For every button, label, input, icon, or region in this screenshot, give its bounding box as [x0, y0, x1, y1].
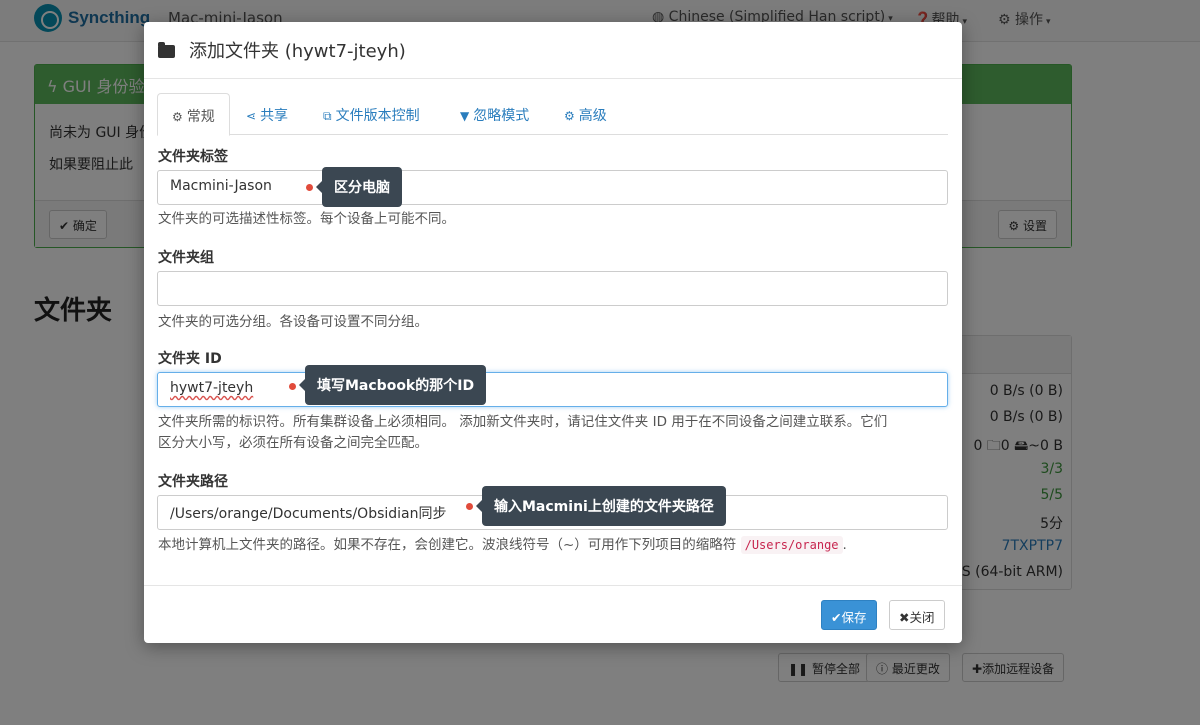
annotation-tooltip-label: 区分电脑 — [316, 167, 402, 207]
share-icon: ⋖ — [246, 109, 257, 123]
folder-group-help: 文件夹的可选分组。各设备可设置不同分组。 — [158, 314, 428, 330]
folder-label-help: 文件夹的可选描述性标签。每个设备上可能不同。 — [158, 211, 455, 227]
folder-label-input[interactable]: Macmini-Jason — [157, 170, 948, 205]
copy-icon: ⧉ — [323, 109, 332, 123]
folder-id-help-line-2: 区分大小写，必须在所有设备之间完全匹配。 — [158, 435, 428, 451]
folder-path-help: 本地计算机上文件夹的路径。如果不存在，会创建它。波浪线符号（~）可用作下列项目的… — [158, 536, 847, 554]
annotation-tooltip-id: 填写Macbook的那个ID — [298, 365, 487, 405]
folder-id-value: hywt7-jteyh — [170, 380, 254, 396]
folder-path-value: /Users/orange/Documents/Obsidian同步 — [170, 506, 447, 522]
save-button[interactable]: ✔保存 — [821, 600, 877, 630]
folder-label-label: 文件夹标签 — [158, 149, 228, 165]
dialog-tabs: ⚙ 常规 ⋖ 共享 ⧉ 文件版本控制 ▼ 忽略模式 ⚙ 高级 — [157, 93, 948, 136]
modal-title: 添加文件夹 (hywt7-jteyh) — [189, 41, 406, 62]
close-icon: ✖ — [899, 610, 910, 625]
folder-icon — [158, 41, 175, 58]
add-folder-dialog: 添加文件夹 (hywt7-jteyh) ⚙ 常规 ⋖ 共享 ⧉ 文件版本控制 ▼ 忽略模… — [144, 22, 962, 643]
annotation-marker — [306, 184, 313, 191]
folder-id-label: 文件夹 ID — [158, 351, 222, 367]
folder-group-label: 文件夹组 — [158, 250, 214, 266]
modal-footer: ✔保存 ✖关闭 — [144, 585, 962, 643]
tab-ignore-patterns[interactable]: ▼ 忽略模式 — [446, 93, 543, 135]
tab-file-versioning[interactable]: ⧉ 文件版本控制 — [309, 93, 434, 135]
tab-general[interactable]: ⚙ 常规 — [157, 93, 230, 136]
cogs-icon: ⚙ — [564, 109, 575, 123]
folder-id-help: 文件夹所需的标识符。所有集群设备上必须相同。 添加新文件夹时，请记住文件夹 ID… — [158, 412, 948, 454]
home-path-code: /Users/orange — [740, 536, 843, 554]
filter-icon: ▼ — [460, 109, 470, 123]
folder-label-value: Macmini-Jason — [170, 178, 272, 194]
folder-id-help-line-1: 文件夹所需的标识符。所有集群设备上必须相同。 添加新文件夹时，请记住文件夹 ID… — [158, 414, 888, 430]
annotation-marker — [466, 503, 473, 510]
annotation-tooltip-path: 输入Macmini上创建的文件夹路径 — [476, 486, 726, 526]
modal-header: 添加文件夹 (hywt7-jteyh) — [144, 22, 962, 79]
folder-path-label: 文件夹路径 — [158, 474, 228, 490]
check-icon: ✔ — [831, 610, 842, 625]
tab-sharing[interactable]: ⋖ 共享 — [232, 93, 302, 135]
annotation-marker — [289, 383, 296, 390]
folder-id-input[interactable]: hywt7-jteyh — [157, 372, 948, 407]
gear-icon: ⚙ — [172, 110, 183, 124]
folder-group-input[interactable] — [157, 271, 948, 306]
tab-advanced[interactable]: ⚙ 高级 — [550, 93, 621, 135]
close-button[interactable]: ✖关闭 — [889, 600, 945, 630]
